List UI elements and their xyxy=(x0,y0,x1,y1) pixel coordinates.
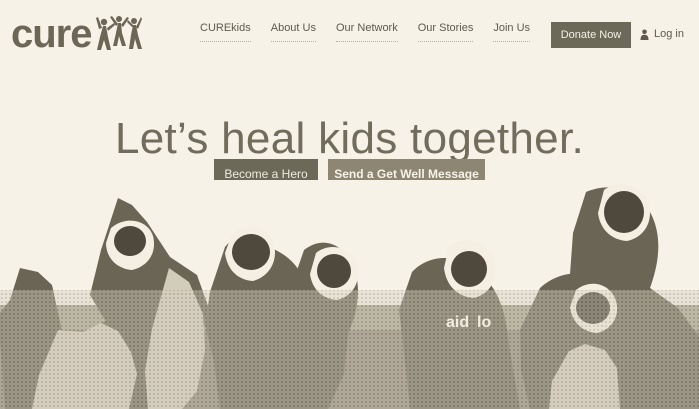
main-nav: CUREkids About Us Our Network Our Storie… xyxy=(200,22,530,42)
login-label: Log in xyxy=(654,28,684,40)
site-header: cure CUREkids About Us Our Network Our S… xyxy=(0,0,699,64)
donate-now-button[interactable]: Donate Now xyxy=(551,22,631,48)
nav-item-curekids[interactable]: CUREkids xyxy=(200,22,251,42)
hero-photo-children: aid lo xyxy=(0,180,699,409)
logo-wordmark: cure xyxy=(11,12,92,56)
children-figures-icon xyxy=(95,16,142,50)
svg-text:aid: aid xyxy=(446,314,469,331)
nav-item-join-us[interactable]: Join Us xyxy=(493,22,530,42)
nav-item-our-network[interactable]: Our Network xyxy=(335,22,398,42)
hero-headline: Let’s heal kids together. xyxy=(114,114,584,164)
user-icon xyxy=(640,29,649,40)
login-link[interactable]: Log in xyxy=(640,28,684,40)
nav-item-about-us[interactable]: About Us xyxy=(270,22,317,42)
svg-text:lo: lo xyxy=(477,314,491,331)
cure-logo[interactable]: cure xyxy=(11,10,161,58)
nav-item-our-stories[interactable]: Our Stories xyxy=(417,22,473,42)
homepage: cure CUREkids About Us Our Network Our S… xyxy=(0,0,699,409)
